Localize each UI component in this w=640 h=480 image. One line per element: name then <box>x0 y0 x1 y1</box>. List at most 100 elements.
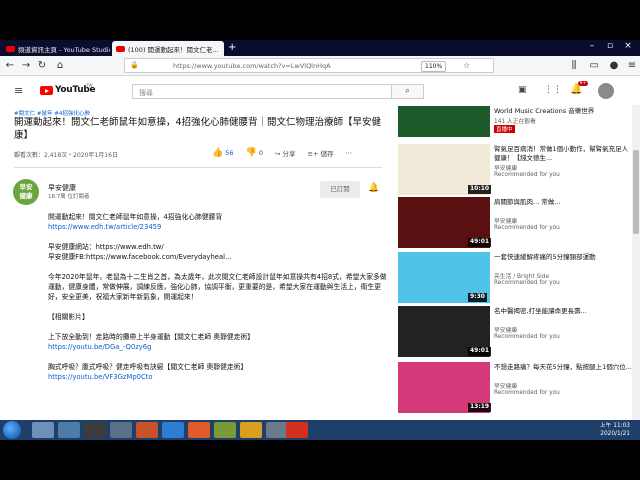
lock-icon: 🔒 <box>130 61 139 69</box>
video-duration: 49:01 <box>468 347 492 356</box>
taskbar-app-icon[interactable] <box>84 422 106 438</box>
home-icon[interactable]: ⌂ <box>54 60 66 71</box>
video-description: 開運動起來！閱文仁老師鼠年如意操，4招強化心肺健腰背 https://www.ed… <box>48 212 388 382</box>
related-video-card[interactable]: 49:01 名中醫揭密,打坐能讓命更長壽... 早安健康 Recommended fo… <box>398 306 638 358</box>
taskbar-app-icon[interactable] <box>136 422 158 438</box>
hamburger-menu-icon[interactable]: ≡ <box>14 84 23 97</box>
video-title: 開運動起來！閱文仁老師鼠年如意操，4招強化心肺健腰背｜閱文仁物理治療師【早安健康… <box>14 117 382 141</box>
description-link[interactable]: https://youtu.be/VF3GzMp0Cto <box>48 372 388 382</box>
search-button[interactable]: ⌕ <box>392 84 424 99</box>
like-count: 56 <box>225 149 234 157</box>
live-badge: 直播中 <box>494 125 515 133</box>
forward-arrow-icon[interactable]: → <box>20 60 32 71</box>
related-video-title[interactable]: 腎氣足百病消！常做1個小動作，幫腎氣充足人健康！【錢文德生... <box>494 145 632 162</box>
search-input[interactable]: 搜尋 <box>132 84 392 99</box>
scrollbar-thumb[interactable] <box>633 150 639 234</box>
taskbar-app-icon[interactable] <box>240 422 262 438</box>
related-video-title[interactable]: 一套快速緩解疼痛的5分鐘頸部運動 <box>494 253 632 262</box>
description-link[interactable]: https://www.edh.tw/article/23459 <box>48 222 388 232</box>
video-duration: 9:30 <box>468 293 487 302</box>
description-line: 今年2020年鼠年，老鼠為十二生肖之首，為太歲年，此次閱文仁老師設計鼠年如意操共… <box>48 273 387 301</box>
taskbar-app-icon[interactable] <box>214 422 236 438</box>
save-label: 儲存 <box>320 150 334 158</box>
taskbar-app-icon[interactable] <box>266 422 288 438</box>
start-button[interactable] <box>3 421 21 439</box>
related-video-channel[interactable]: 早安健康 <box>494 216 517 225</box>
description-line: 開運動起來！閱文仁老師鼠年如意操，4招強化心肺健腰背 <box>48 213 223 221</box>
minimize-icon[interactable]: – <box>584 41 600 51</box>
description-line: 上下放全動到！走路時的攤帶上半身運動【閱文仁老師 奧靜健走術】 <box>48 333 255 341</box>
related-video-channel[interactable]: 亮生活 / Bright Side <box>494 271 549 280</box>
system-clock[interactable]: 上午 11:03 2020/1/21 <box>600 422 630 438</box>
related-video-card[interactable]: 49:01 肩關節與肌肉... 常做... 早安健康 Recommended for … <box>398 197 638 249</box>
taskbar-app-icon[interactable] <box>286 422 308 438</box>
taskbar-app-icon[interactable] <box>162 422 184 438</box>
taskbar-app-icon[interactable] <box>58 422 80 438</box>
related-video-channel[interactable]: 早安健康 <box>494 325 517 334</box>
tab-studio-label: 頻道資訊主頁 - YouTube Studio <box>18 45 110 54</box>
related-video-channel[interactable]: 141 人正在觀看 <box>494 116 536 125</box>
like-button[interactable]: 👍 56 <box>212 148 234 158</box>
youtube-logo-icon[interactable] <box>40 86 53 95</box>
more-options-icon[interactable]: ⋯ <box>346 149 353 157</box>
channel-avatar[interactable]: 早安 健康 <box>13 179 39 205</box>
tab-studio[interactable]: 頻道資訊主頁 - YouTube Studio × <box>2 41 110 56</box>
related-video-title[interactable]: World Music Creations 音樂世界 <box>494 107 632 116</box>
share-button[interactable]: ↪ 分享 <box>275 148 296 158</box>
related-video-channel[interactable]: 早安健康 <box>494 163 517 172</box>
close-window-icon[interactable]: × <box>620 41 636 51</box>
related-video-reason: Recommended for you <box>494 225 560 231</box>
description-line <box>48 262 388 272</box>
related-video-reason: Recommended for you <box>494 390 560 396</box>
description-link[interactable]: https://youtu.be/DGa_-Q0zy6g <box>48 342 388 352</box>
related-video-channel[interactable]: 早安健康 <box>494 381 517 390</box>
maximize-icon[interactable]: ▫ <box>602 41 618 51</box>
dislike-button[interactable]: 👎 0 <box>246 148 263 158</box>
sidebar-icon[interactable]: ▭ <box>588 60 600 71</box>
description-line <box>48 352 388 362</box>
related-video-card[interactable]: 10:10 腎氣足百病消！常做1個小動作，幫腎氣充足人健康！【錢文德生... 早安健… <box>398 144 638 196</box>
new-tab-icon[interactable]: + <box>228 42 236 53</box>
video-duration: 49:01 <box>468 238 492 247</box>
back-arrow-icon[interactable]: ← <box>4 60 16 71</box>
tab-watch[interactable]: (100) 開運動起來！閱文仁老... × <box>112 41 224 56</box>
url-bar[interactable]: 🔒 https://www.youtube.com/watch?v=LwVlQl… <box>124 58 494 73</box>
browser-nav-bar: ← → ↻ ⌂ 🔒 https://www.youtube.com/watch?… <box>0 56 640 76</box>
description-line <box>48 302 388 312</box>
url-text: https://www.youtube.com/watch?v=LwVlQlnH… <box>173 62 331 70</box>
search-placeholder: 搜尋 <box>139 89 153 97</box>
taskbar-app-icon[interactable] <box>110 422 132 438</box>
firefox-taskbar-icon[interactable] <box>188 422 210 438</box>
description-line: 早安健康網站：https://www.edh.tw/ <box>48 243 164 251</box>
screen-border-top <box>0 0 640 40</box>
clock-time: 上午 11:03 <box>599 423 630 429</box>
divider <box>14 167 382 168</box>
channel-bell-icon[interactable]: 🔔 <box>368 183 379 193</box>
user-avatar[interactable] <box>598 83 614 99</box>
subscribed-button[interactable]: 已訂閱 <box>320 181 360 198</box>
account-icon[interactable]: ● <box>608 60 620 71</box>
related-video-card[interactable]: 13:19 不想走路痛？每天花5分鐘，點按腿上1個穴位... 早安健康 Recomme… <box>398 362 638 414</box>
menu-icon[interactable]: ≡ <box>626 60 638 71</box>
create-video-icon[interactable]: ▣ <box>518 85 527 95</box>
region-label: TW <box>86 83 93 88</box>
reload-icon[interactable]: ↻ <box>36 60 48 71</box>
video-duration: 13:19 <box>468 403 492 412</box>
description-line: 早安健康FB:https://www.facebook.com/Everyday… <box>48 253 232 261</box>
video-thumbnail[interactable] <box>398 106 490 137</box>
dislike-count: 0 <box>258 149 264 157</box>
windows-taskbar: 上午 11:03 2020/1/21 <box>0 420 640 440</box>
youtube-header: ≡ YouTube TW 搜尋 ⌕ ▣ ⋮⋮ 🔔 9+ <box>0 77 640 105</box>
related-video-title[interactable]: 不想走路痛？每天花5分鐘，點按腿上1個穴位... <box>494 363 632 372</box>
apps-grid-icon[interactable]: ⋮⋮ <box>544 85 562 95</box>
bookmark-star-icon[interactable]: ☆ <box>463 61 470 70</box>
related-video-title[interactable]: 名中醫揭密,打坐能讓命更長壽... <box>494 307 632 316</box>
taskbar-app-icon[interactable] <box>32 422 54 438</box>
clock-date: 2020/1/21 <box>600 431 630 437</box>
related-video-card[interactable]: 9:30 一套快速緩解疼痛的5分鐘頸部運動 亮生活 / Bright Side Rec… <box>398 252 638 304</box>
zoom-level[interactable]: 110% <box>421 61 447 72</box>
save-button[interactable]: ≡+ 儲存 <box>308 148 334 158</box>
library-icon[interactable]: ⫼ <box>568 60 580 71</box>
channel-subscribers: 18.7萬 位訂閱者 <box>48 194 90 200</box>
related-video-title[interactable]: 肩關節與肌肉... 常做... <box>494 198 632 207</box>
